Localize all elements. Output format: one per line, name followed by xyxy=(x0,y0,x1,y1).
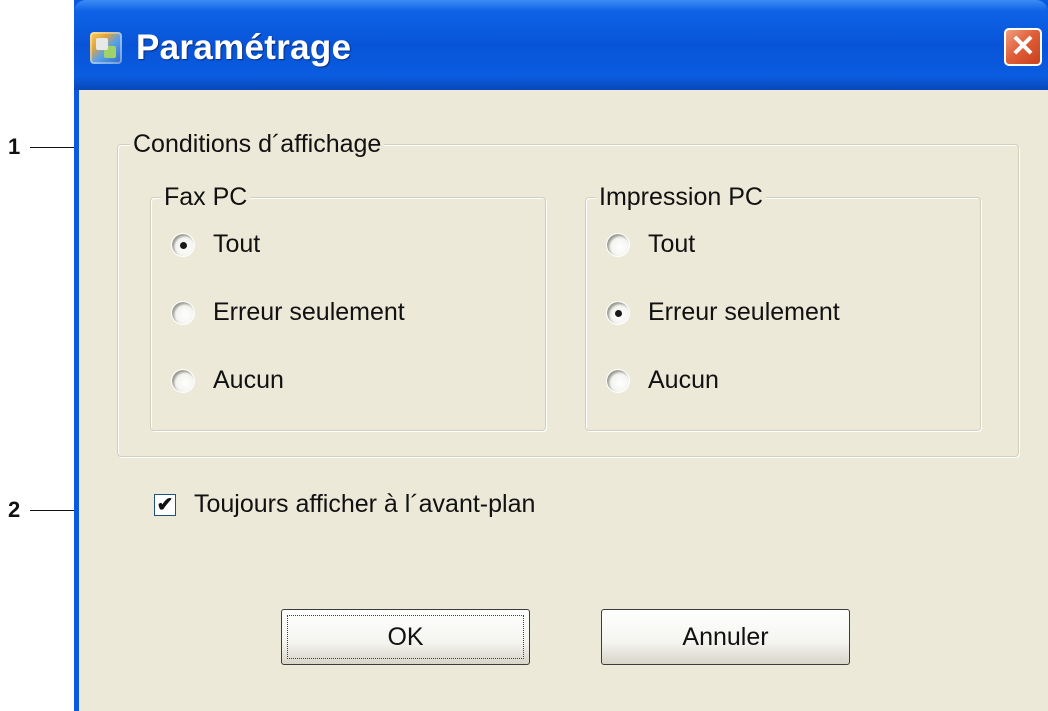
always-on-top-checkbox[interactable]: ✔ xyxy=(154,493,176,516)
fax-pc-group: Fax PC Tout Erreur seulement Aucun xyxy=(150,182,546,431)
fax-pc-option-erreur-seulement[interactable]: Erreur seulement xyxy=(171,298,405,327)
window-title: Paramétrage xyxy=(136,28,352,67)
ok-button[interactable]: OK xyxy=(281,609,530,665)
always-on-top-label: Toujours afficher à l´avant-plan xyxy=(194,490,536,518)
cancel-button[interactable]: Annuler xyxy=(601,609,850,665)
close-icon: ✕ xyxy=(1010,30,1036,63)
fax-pc-legend: Fax PC xyxy=(161,182,251,212)
always-on-top-option[interactable]: ✔ Toujours afficher à l´avant-plan xyxy=(154,490,535,519)
fax-pc-label-tout: Tout xyxy=(213,230,261,258)
settings-dialog: Paramétrage ✕ Conditions d´affichage Fax… xyxy=(74,0,1048,711)
callout-number-2: 2 xyxy=(8,497,21,522)
impression-pc-radio-erreur-seulement[interactable] xyxy=(606,300,630,325)
checkmark-icon: ✔ xyxy=(156,493,174,516)
cancel-button-label: Annuler xyxy=(682,622,769,651)
close-button[interactable]: ✕ xyxy=(1004,28,1042,66)
impression-pc-option-erreur-seulement[interactable]: Erreur seulement xyxy=(606,298,840,327)
fax-pc-radio-aucun[interactable] xyxy=(171,368,195,393)
fax-pc-radio-erreur-seulement[interactable] xyxy=(171,300,195,325)
fax-pc-label-erreur-seulement: Erreur seulement xyxy=(213,298,405,326)
fax-pc-option-tout[interactable]: Tout xyxy=(171,230,260,259)
focus-rectangle xyxy=(287,615,524,659)
impression-pc-radio-tout[interactable] xyxy=(606,232,630,257)
impression-pc-option-tout[interactable]: Tout xyxy=(606,230,695,259)
display-conditions-group: Conditions d´affichage Fax PC Tout Erreu… xyxy=(117,129,1019,457)
dialog-body: Conditions d´affichage Fax PC Tout Erreu… xyxy=(79,90,1048,711)
fax-pc-radio-tout[interactable] xyxy=(171,232,195,257)
impression-pc-label-aucun: Aucun xyxy=(648,366,719,394)
callout-number-1: 1 xyxy=(8,134,21,159)
settings-app-icon xyxy=(90,32,122,64)
impression-pc-legend: Impression PC xyxy=(596,182,766,212)
fax-pc-label-aucun: Aucun xyxy=(213,366,284,394)
impression-pc-radio-aucun[interactable] xyxy=(606,368,630,393)
impression-pc-option-aucun[interactable]: Aucun xyxy=(606,366,719,395)
impression-pc-label-erreur-seulement: Erreur seulement xyxy=(648,298,840,326)
impression-pc-label-tout: Tout xyxy=(648,230,696,258)
fax-pc-option-aucun[interactable]: Aucun xyxy=(171,366,284,395)
title-bar[interactable]: Paramétrage ✕ xyxy=(74,0,1048,90)
display-conditions-legend: Conditions d´affichage xyxy=(130,129,385,159)
impression-pc-group: Impression PC Tout Erreur seulement Aucu… xyxy=(585,182,981,431)
